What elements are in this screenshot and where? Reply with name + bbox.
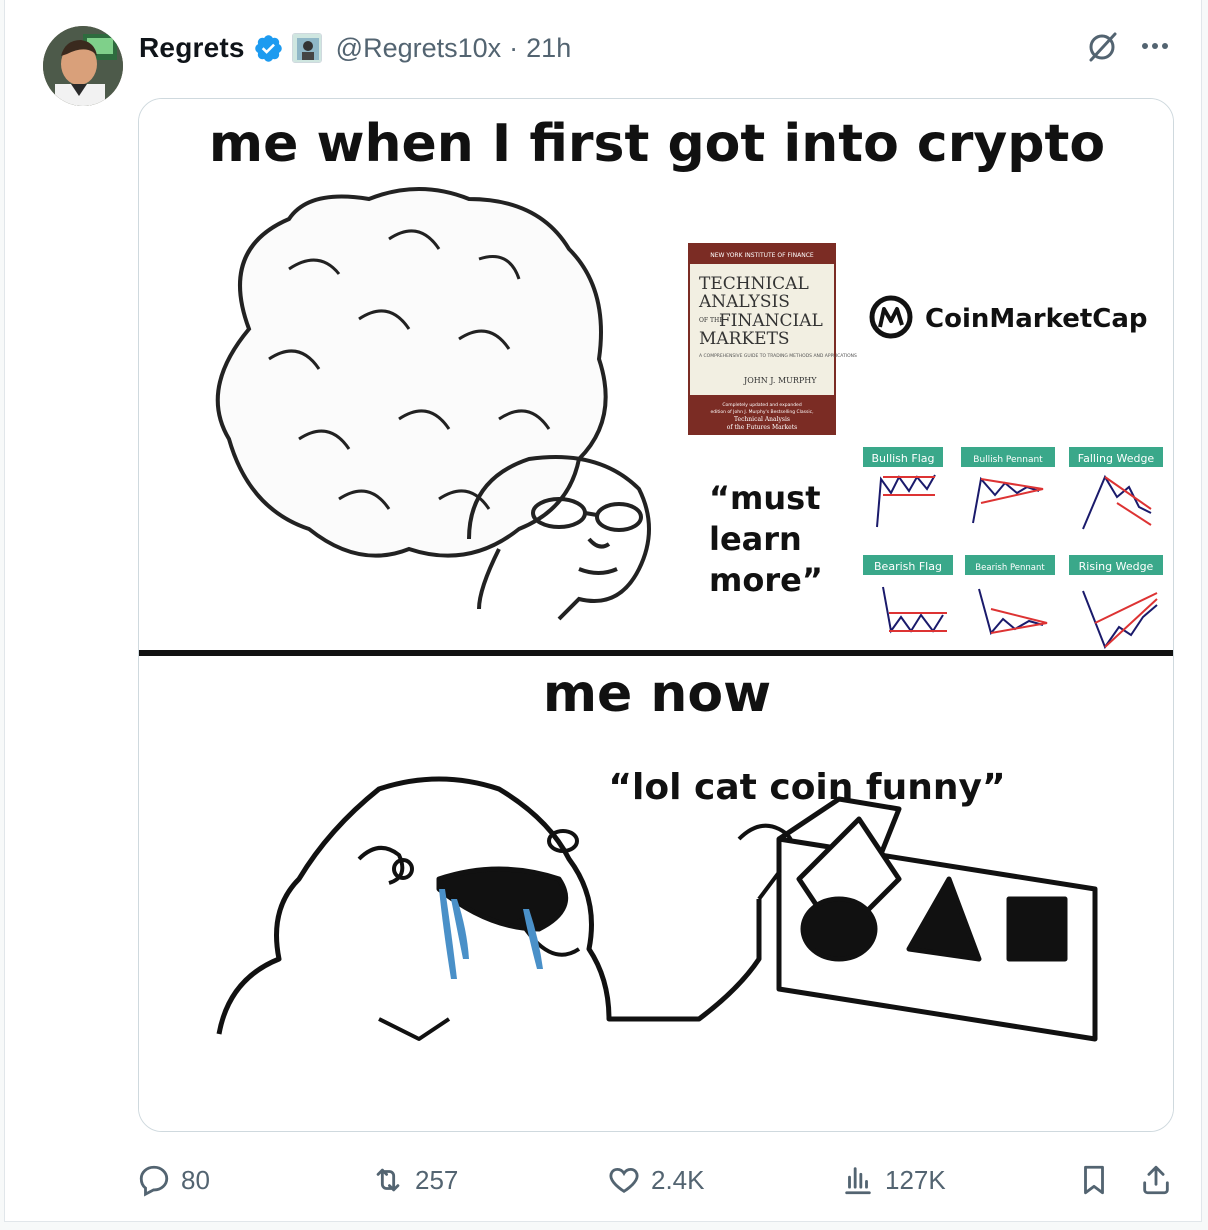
share-icon — [1143, 1165, 1169, 1195]
bookmark-icon — [1084, 1165, 1104, 1195]
reply-count: 80 — [181, 1164, 210, 1195]
book-footer-3: Technical Analysis — [734, 416, 790, 423]
book-footer-4: of the Futures Markets — [727, 424, 797, 431]
coinmarketcap-text: CoinMarketCap — [925, 304, 1148, 334]
reply-icon — [139, 1165, 169, 1197]
repost-button[interactable]: 257 — [371, 1158, 458, 1202]
book-footer-1: Completely updated and expanded — [722, 402, 802, 408]
book-author: JOHN J. MURPHY — [743, 376, 817, 385]
affiliate-badge-icon[interactable] — [291, 33, 322, 63]
bookmark-button[interactable] — [1077, 1158, 1111, 1202]
more-icon[interactable] — [1137, 30, 1173, 62]
technical-analysis-book: NEW YORK INSTITUTE OF FINANCE TECHNICAL … — [688, 243, 857, 435]
pattern-label-5: Bearish Pennant — [975, 563, 1045, 573]
meme-bottom-caption: me now — [543, 664, 771, 724]
views-icon — [845, 1167, 871, 1195]
like-button[interactable]: 2.4K — [607, 1158, 705, 1202]
quote-line-2: learn — [709, 520, 802, 558]
tweet-card: Regrets @Regrets10x · 21h me when I firs… — [4, 0, 1202, 1222]
repost-icon — [376, 1168, 400, 1192]
verified-badge-icon[interactable] — [253, 33, 284, 64]
views-button[interactable]: 127K — [841, 1158, 946, 1202]
meme-top-caption: me when I first got into crypto — [209, 114, 1105, 174]
author-handle[interactable]: @Regrets10x — [336, 33, 501, 64]
like-icon — [609, 1167, 639, 1193]
quote-line-3: more” — [709, 561, 823, 599]
tweet-actions-bar: 80 257 2.4K 127K — [5, 1150, 1208, 1210]
quote-line-1: “must — [709, 479, 821, 517]
separator: · — [509, 32, 519, 63]
book-footer-2: edition of John J. Murphy's Bestselling … — [710, 409, 813, 415]
timestamp[interactable]: 21h — [526, 33, 571, 64]
book-title-4: MARKETS — [699, 329, 790, 349]
repost-count: 257 — [415, 1164, 459, 1195]
reply-button[interactable]: 80 — [137, 1158, 210, 1202]
pattern-label-1: Bullish Flag — [872, 452, 935, 465]
share-button[interactable] — [1139, 1158, 1173, 1202]
book-title-3: FINANCIAL — [719, 311, 823, 331]
pattern-label-4: Bearish Flag — [874, 560, 942, 573]
pattern-label-2: Bullish Pennant — [973, 455, 1043, 465]
meme-bottom-quote: “lol cat coin funny” — [608, 767, 1005, 808]
meme-image: me when I first got into crypto NEW YORK… — [139, 99, 1173, 1131]
author-name[interactable]: Regrets — [139, 32, 245, 64]
views-count: 127K — [885, 1164, 946, 1195]
pattern-label-6: Rising Wedge — [1079, 560, 1154, 573]
book-subtitle: A COMPREHENSIVE GUIDE TO TRADING METHODS… — [699, 353, 857, 359]
book-publisher: NEW YORK INSTITUTE OF FINANCE — [710, 252, 814, 259]
meme-divider — [139, 650, 1173, 656]
tweet-header: Regrets @Regrets10x · 21h — [139, 28, 571, 68]
tweet-media-image[interactable]: me when I first got into crypto NEW YORK… — [138, 98, 1174, 1132]
like-count: 2.4K — [651, 1164, 705, 1195]
book-title-1: TECHNICAL — [699, 274, 809, 294]
pattern-label-3: Falling Wedge — [1078, 452, 1155, 465]
avatar[interactable] — [43, 26, 123, 106]
grok-icon[interactable] — [1085, 30, 1119, 64]
book-title-2: ANALYSIS — [698, 292, 790, 312]
